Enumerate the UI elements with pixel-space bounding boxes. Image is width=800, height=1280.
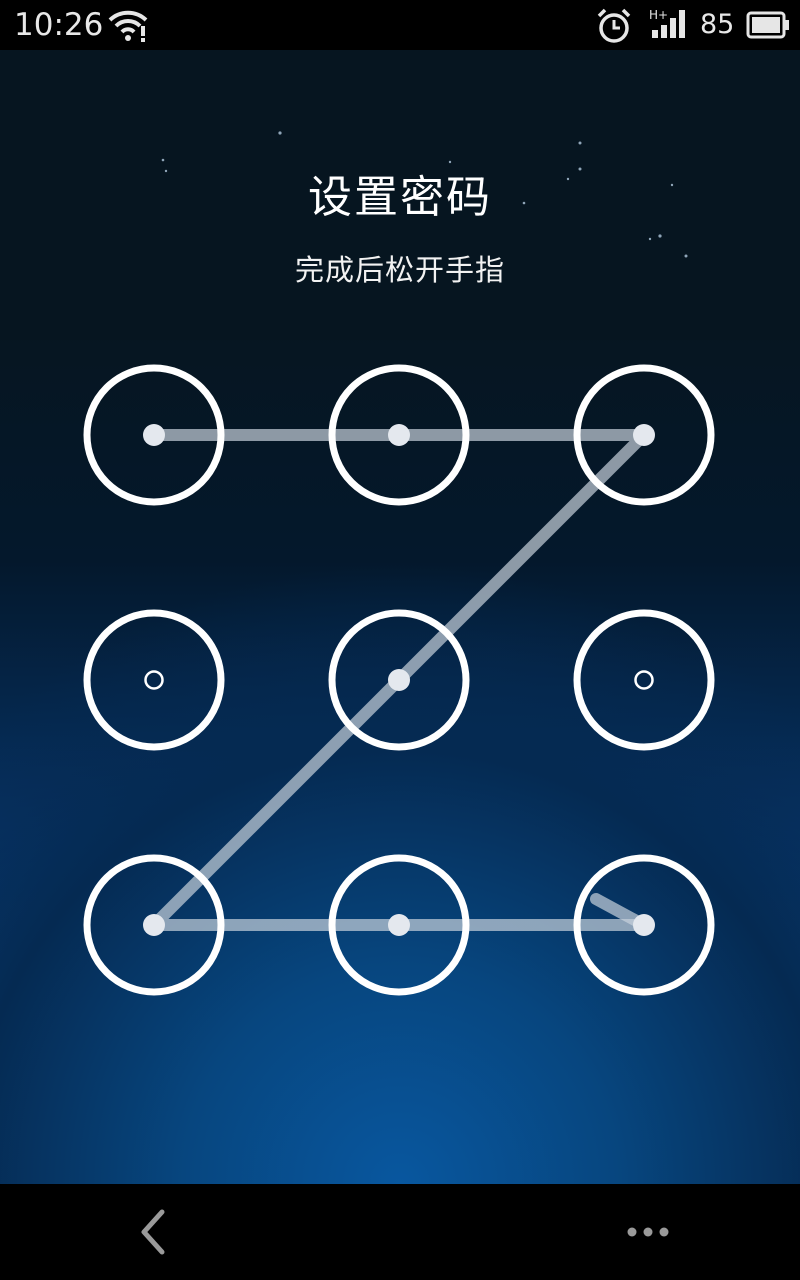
status-bar: 10:26 H+ 85 xyxy=(0,0,800,50)
pattern-dot-center xyxy=(144,670,164,690)
pattern-dot-6[interactable] xyxy=(573,609,715,751)
wifi-icon xyxy=(108,8,148,46)
pattern-grid[interactable] xyxy=(0,50,800,1184)
pattern-dot-center-selected xyxy=(388,669,410,691)
alarm-icon xyxy=(596,8,632,48)
navigation-bar xyxy=(0,1184,800,1280)
chevron-left-icon xyxy=(141,1209,165,1255)
more-dots-icon xyxy=(627,1227,669,1237)
signal-icon: H+ xyxy=(648,8,692,44)
pattern-dot-center-selected xyxy=(143,424,165,446)
lock-pattern-screen: 10:26 H+ 85 设置密码 完成后松开手指 xyxy=(0,0,800,1280)
pattern-dot-ring xyxy=(83,609,225,751)
more-options-button[interactable] xyxy=(612,1208,684,1256)
pattern-dot-ring xyxy=(573,609,715,751)
pattern-dot-center-selected xyxy=(388,424,410,446)
pattern-dot-5[interactable] xyxy=(328,609,470,751)
pattern-dot-center-selected xyxy=(143,914,165,936)
pattern-dot-center-selected xyxy=(388,914,410,936)
back-button[interactable] xyxy=(120,1200,184,1264)
pattern-dot-4[interactable] xyxy=(83,609,225,751)
pattern-dot-center-selected xyxy=(633,424,655,446)
battery-percent: 85 xyxy=(700,9,735,40)
network-type-label: H+ xyxy=(649,8,668,22)
pattern-dot-center-selected xyxy=(633,914,655,936)
battery-icon xyxy=(746,11,790,43)
pattern-setup-area: 设置密码 完成后松开手指 xyxy=(0,50,800,1184)
status-time: 10:26 xyxy=(14,7,104,43)
pattern-dot-center xyxy=(634,670,654,690)
